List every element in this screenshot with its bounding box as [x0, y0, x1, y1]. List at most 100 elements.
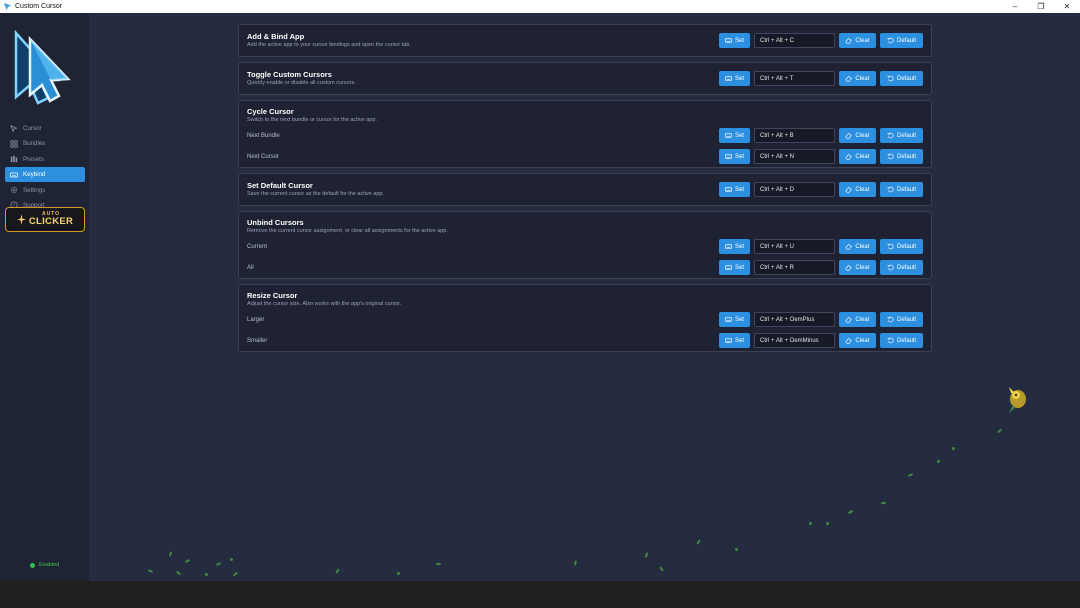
default-button[interactable]: Default [880, 149, 923, 164]
button-label: Clear [855, 75, 870, 82]
default-button[interactable]: Default [880, 33, 923, 48]
default-button[interactable]: Default [880, 333, 923, 348]
keyboard-icon [725, 76, 732, 81]
eraser-icon [845, 337, 853, 344]
close-icon[interactable]: ✕ [1054, 0, 1080, 13]
button-label: Default [896, 337, 916, 344]
sidebar-item-bundles[interactable]: Bundles [5, 136, 85, 151]
minimize-icon[interactable]: – [1002, 0, 1028, 13]
shortcut-field[interactable]: Ctrl + Alt + N [754, 149, 835, 164]
default-button[interactable]: Default [880, 239, 923, 254]
row-label: Larger [247, 316, 265, 323]
clear-button[interactable]: Clear [839, 71, 876, 86]
eraser-icon [845, 153, 853, 160]
row-label: Next Bundle [247, 132, 280, 139]
button-label: Default [896, 153, 916, 160]
card-toggle-custom-cursors: Toggle Custom Cursors Quickly enable or … [238, 62, 932, 95]
shortcut-field[interactable]: Ctrl + Alt + R [754, 260, 835, 275]
default-button[interactable]: Default [880, 312, 923, 327]
button-label: Clear [855, 186, 870, 193]
gear-icon [10, 186, 18, 194]
card-set-default-cursor: Set Default Cursor Save the current curs… [238, 173, 932, 206]
keybind-row: Next Cursor Set Ctrl + Alt + N Clear Def… [239, 146, 931, 167]
mascot-cursor-sprite [1003, 381, 1035, 417]
set-button[interactable]: Set [719, 71, 750, 86]
card-description: Add the active app to your cursor bindin… [247, 41, 411, 48]
keybind-row: All Set Ctrl + Alt + R Clear Default [239, 257, 931, 278]
button-label: Default [896, 264, 916, 271]
set-button[interactable]: Set [719, 239, 750, 254]
button-label: Default [896, 243, 916, 250]
button-label: Default [896, 75, 916, 82]
sidebar-item-label: Settings [23, 186, 46, 194]
card-resize-cursor: Resize Cursor Adjust the cursor size. Al… [238, 284, 932, 352]
clear-button[interactable]: Clear [839, 182, 876, 197]
status-indicator: Enabled [30, 562, 59, 568]
clear-button[interactable]: Clear [839, 239, 876, 254]
default-button[interactable]: Default [880, 260, 923, 275]
set-button[interactable]: Set [719, 333, 750, 348]
set-button[interactable]: Set [719, 182, 750, 197]
cursor-icon [10, 124, 18, 133]
grid-icon [10, 140, 18, 148]
button-label: Default [896, 37, 916, 44]
shortcut-field[interactable]: Ctrl + Alt + B [754, 128, 835, 143]
shortcut-field[interactable]: Ctrl + Alt + T [754, 71, 835, 86]
eraser-icon [845, 243, 853, 250]
shortcut-field[interactable]: Ctrl + Alt + D [754, 182, 835, 197]
card-description: Quickly enable or disable all custom cur… [247, 79, 356, 86]
clear-button[interactable]: Clear [839, 128, 876, 143]
button-label: Set [734, 243, 744, 250]
button-label: Set [734, 316, 744, 323]
row-label: All [247, 264, 254, 271]
shortcut-field[interactable]: Ctrl + Alt + OemPlus [754, 312, 835, 327]
clear-button[interactable]: Clear [839, 312, 876, 327]
button-label: Set [734, 37, 744, 44]
keyboard-icon [10, 172, 18, 178]
auto-clicker-promo[interactable]: AUTO CLICKER [5, 207, 85, 232]
card-description: Adjust the cursor size. Also works with … [247, 301, 402, 307]
window-title: Custom Cursor [15, 3, 63, 10]
promo-bottom-text: CLICKER [28, 216, 74, 228]
status-text: Enabled [39, 562, 60, 568]
card-description: Save the current cursor as the default f… [247, 190, 384, 197]
sidebar-item-settings[interactable]: Settings [5, 183, 85, 198]
shortcut-field[interactable]: Ctrl + Alt + OemMinus [754, 333, 835, 348]
default-button[interactable]: Default [880, 71, 923, 86]
set-button[interactable]: Set [719, 33, 750, 48]
shortcut-field[interactable]: Ctrl + Alt + U [754, 239, 835, 254]
clear-button[interactable]: Clear [839, 33, 876, 48]
clear-button[interactable]: Clear [839, 333, 876, 348]
button-label: Set [734, 153, 744, 160]
default-button[interactable]: Default [880, 128, 923, 143]
sidebar-item-keybind[interactable]: Keybind [5, 167, 85, 183]
keyboard-icon [725, 265, 732, 270]
keybind-row: Larger Set Ctrl + Alt + OemPlus Clear De… [239, 309, 931, 330]
row-label: Current [247, 243, 268, 250]
eraser-icon [845, 316, 853, 323]
sidebar-item-presets[interactable]: Presets [5, 152, 85, 167]
sidebar-item-label: Bundles [23, 140, 46, 148]
eraser-icon [845, 132, 853, 139]
set-button[interactable]: Set [719, 149, 750, 164]
button-label: Clear [855, 243, 870, 250]
set-button[interactable]: Set [719, 260, 750, 275]
default-button[interactable]: Default [880, 182, 923, 197]
clear-button[interactable]: Clear [839, 149, 876, 164]
sidebar-item-cursor[interactable]: Cursor [5, 121, 85, 136]
shortcut-field[interactable]: Ctrl + Alt + C [754, 33, 835, 48]
keybind-row: Smaller Set Ctrl + Alt + OemMinus Clear … [239, 330, 931, 351]
keybind-list: Add & Bind App Add the active app to you… [238, 24, 932, 357]
button-label: Clear [855, 264, 870, 271]
title-bar: Custom Cursor – ❐ ✕ [0, 0, 1080, 13]
restore-icon[interactable]: ❐ [1028, 0, 1054, 13]
set-button[interactable]: Set [719, 312, 750, 327]
card-title: Resize Cursor [247, 291, 298, 300]
app-logo [8, 25, 80, 107]
clear-button[interactable]: Clear [839, 260, 876, 275]
card-title: Add & Bind App [247, 31, 305, 41]
card-title: Set Default Cursor [247, 180, 313, 190]
set-button[interactable]: Set [719, 128, 750, 143]
eraser-icon [845, 186, 853, 193]
button-label: Clear [855, 153, 870, 160]
